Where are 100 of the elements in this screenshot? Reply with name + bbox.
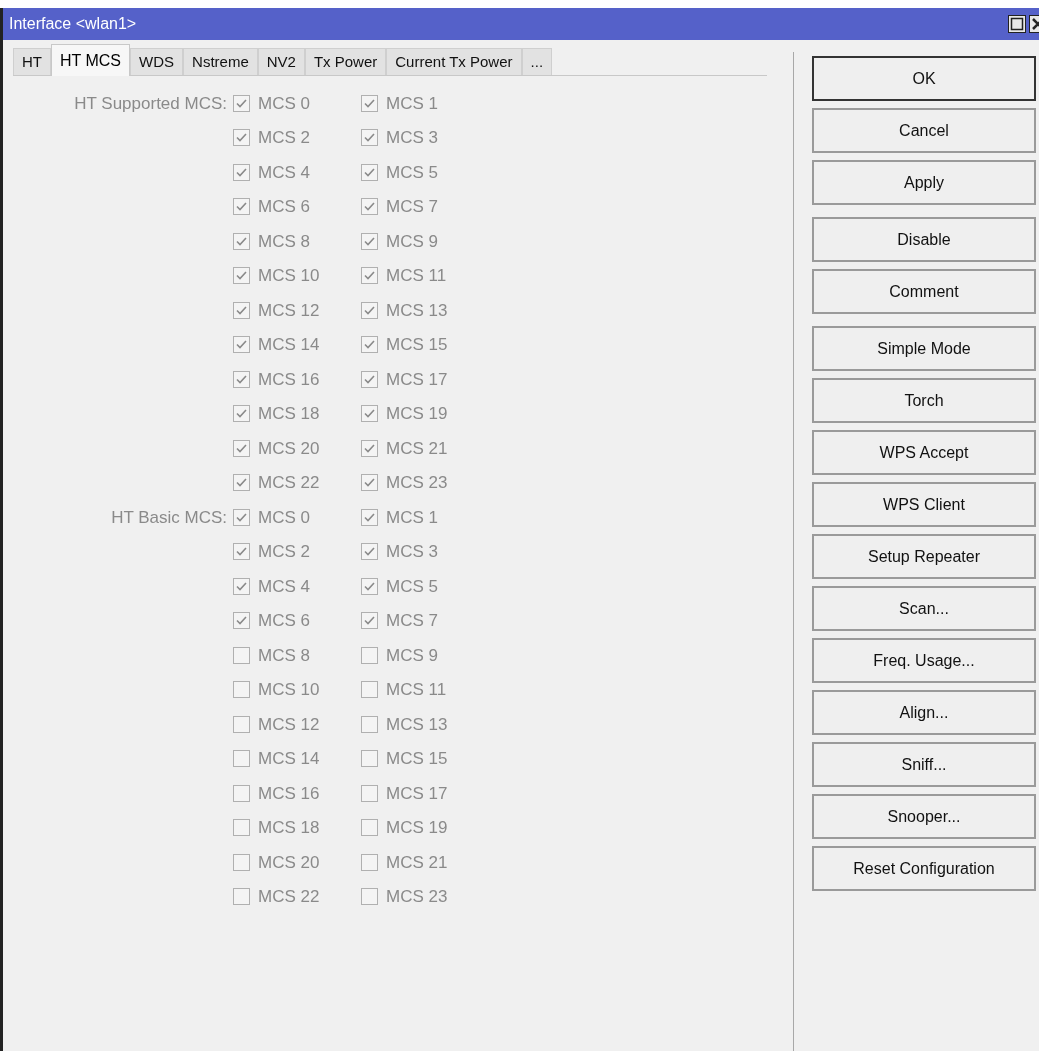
checkbox-label: MCS 9 (386, 230, 438, 253)
checkbox[interactable] (233, 715, 250, 733)
checkbox[interactable] (233, 474, 250, 492)
tab[interactable]: Nstreme (183, 48, 258, 76)
tab[interactable]: Current Tx Power (386, 48, 522, 76)
tab[interactable]: WDS (130, 48, 184, 76)
dialog-button[interactable]: Sniff... (812, 742, 1036, 787)
dialog-button[interactable]: Align... (812, 690, 1036, 735)
checkbox-label: MCS 16 (258, 782, 320, 805)
checkbox-label: MCS 17 (386, 368, 448, 391)
dialog-button[interactable]: WPS Client (812, 482, 1036, 527)
checkbox[interactable] (233, 543, 250, 561)
checkbox[interactable] (361, 750, 378, 768)
checkbox[interactable] (233, 267, 250, 285)
checkmark-icon (364, 547, 375, 557)
checkbox[interactable] (361, 370, 378, 388)
checkmark-icon (236, 202, 247, 212)
checkbox[interactable] (361, 715, 378, 733)
checkbox[interactable] (233, 163, 250, 181)
checkbox[interactable] (233, 612, 250, 630)
checkbox[interactable] (233, 405, 250, 423)
checkbox-label: MCS 12 (258, 299, 320, 322)
checkbox[interactable] (361, 94, 378, 112)
dialog-button[interactable]: Comment (812, 269, 1036, 314)
checkbox[interactable] (361, 163, 378, 181)
dialog-button[interactable]: Torch (812, 378, 1036, 423)
checkbox[interactable] (361, 612, 378, 630)
checkbox[interactable] (361, 784, 378, 802)
checkbox-label: MCS 23 (386, 472, 448, 494)
checkbox[interactable] (233, 508, 250, 526)
tab[interactable]: ... (521, 48, 553, 76)
checkmark-icon (364, 512, 375, 522)
checkbox[interactable] (361, 819, 378, 837)
checkbox[interactable] (233, 232, 250, 250)
checkbox-label: MCS 0 (258, 92, 310, 115)
dialog-button[interactable]: Simple Mode (812, 326, 1036, 371)
tab[interactable]: Tx Power (304, 48, 387, 76)
checkbox[interactable] (361, 681, 378, 699)
checkbox[interactable] (361, 232, 378, 250)
checkmark-icon (364, 443, 375, 453)
checkmark-icon (236, 374, 247, 384)
checkbox-label: MCS 20 (258, 437, 320, 460)
checkbox[interactable] (361, 439, 378, 457)
checkbox-label: MCS 16 (258, 368, 320, 391)
checkmark-icon (236, 443, 247, 453)
checkbox[interactable] (361, 853, 378, 871)
dialog-button[interactable]: Reset Configuration (812, 846, 1036, 891)
checkbox[interactable] (361, 198, 378, 216)
checkbox[interactable] (361, 336, 378, 354)
checkbox[interactable] (361, 129, 378, 147)
checkbox[interactable] (361, 577, 378, 595)
checkbox-label: MCS 12 (258, 713, 320, 736)
checkbox[interactable] (361, 301, 378, 319)
checkbox[interactable] (233, 750, 250, 768)
tab[interactable]: NV2 (257, 48, 305, 76)
checkbox[interactable] (233, 336, 250, 354)
checkbox-label: MCS 22 (258, 472, 320, 494)
checkbox[interactable] (361, 646, 378, 664)
checkbox[interactable] (233, 646, 250, 664)
checkbox[interactable] (233, 681, 250, 699)
checkmark-icon (364, 478, 375, 488)
checkbox[interactable] (361, 474, 378, 492)
checkbox[interactable] (233, 198, 250, 216)
checkbox[interactable] (361, 888, 378, 906)
checkbox-label: MCS 9 (386, 644, 438, 667)
dialog-button[interactable]: Disable (812, 217, 1036, 262)
checkbox[interactable] (361, 405, 378, 423)
dialog-button[interactable]: Cancel (812, 108, 1036, 153)
tab[interactable]: HT (13, 48, 51, 76)
checkbox-label: MCS 18 (258, 817, 320, 839)
checkbox[interactable] (233, 888, 250, 906)
checkbox-label: MCS 14 (258, 334, 320, 356)
tab[interactable]: HT MCS (51, 44, 131, 76)
checkmark-icon (364, 374, 375, 384)
maximize-icon[interactable] (1008, 15, 1026, 33)
dialog-button[interactable]: Snooper... (812, 794, 1036, 839)
checkmark-icon (364, 271, 375, 281)
checkbox-label: MCS 18 (258, 403, 320, 425)
checkbox[interactable] (361, 267, 378, 285)
checkbox[interactable] (233, 439, 250, 457)
checkbox[interactable] (233, 853, 250, 871)
checkbox[interactable] (361, 508, 378, 526)
checkbox[interactable] (233, 577, 250, 595)
checkbox[interactable] (233, 370, 250, 388)
checkmark-icon (364, 236, 375, 246)
dialog-button[interactable]: Scan... (812, 586, 1036, 631)
checkbox[interactable] (233, 129, 250, 147)
checkbox-label: MCS 15 (386, 748, 448, 770)
dialog-button[interactable]: OK (812, 56, 1036, 101)
checkbox[interactable] (361, 543, 378, 561)
dialog-button[interactable]: Apply (812, 160, 1036, 205)
checkmark-icon (236, 133, 247, 143)
checkbox-label: MCS 1 (386, 92, 438, 115)
checkbox[interactable] (233, 94, 250, 112)
checkbox[interactable] (233, 301, 250, 319)
checkbox[interactable] (233, 819, 250, 837)
dialog-button[interactable]: Setup Repeater (812, 534, 1036, 579)
checkbox[interactable] (233, 784, 250, 802)
dialog-button[interactable]: WPS Accept (812, 430, 1036, 475)
dialog-button[interactable]: Freq. Usage... (812, 638, 1036, 683)
